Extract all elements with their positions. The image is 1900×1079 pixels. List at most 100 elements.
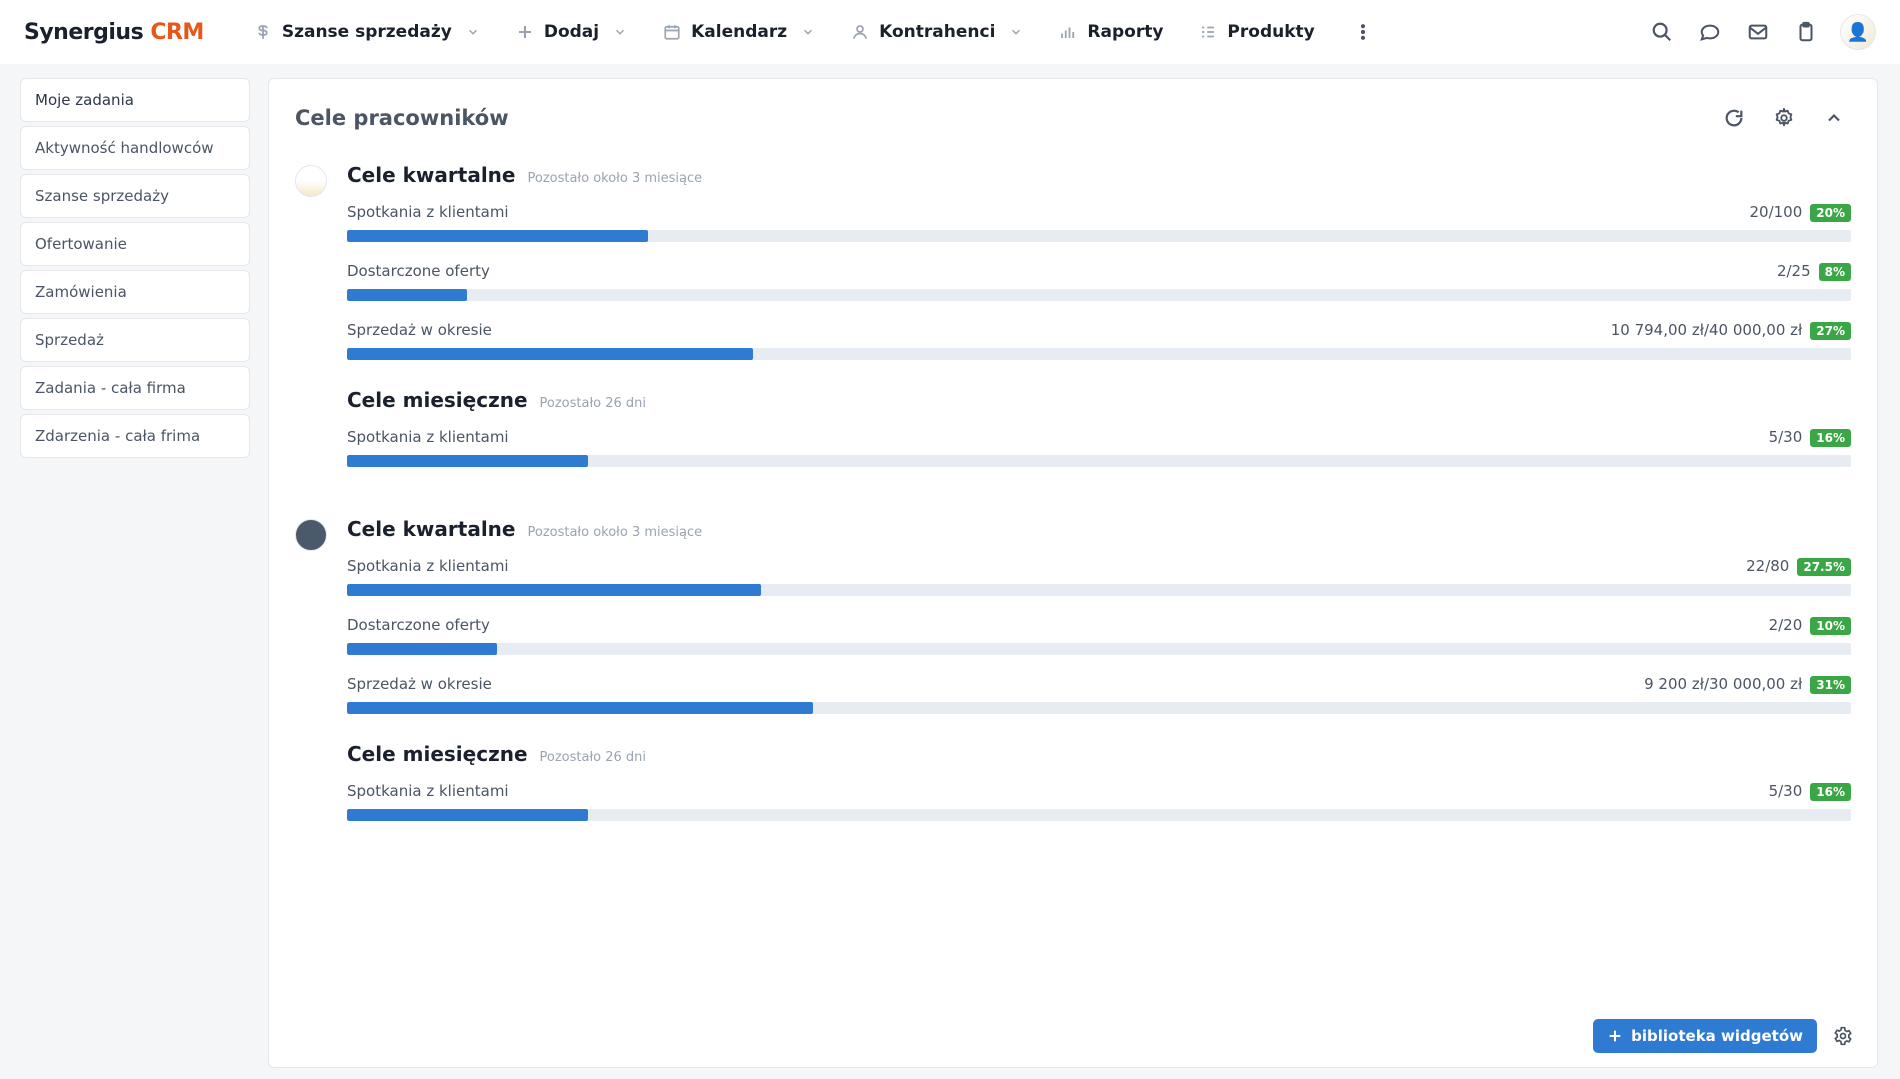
nav-products[interactable]: Produkty bbox=[1185, 14, 1328, 50]
clipboard-button[interactable] bbox=[1786, 12, 1826, 52]
metric-badge: 31% bbox=[1810, 676, 1851, 694]
progress-bar bbox=[347, 702, 1851, 714]
refresh-button[interactable] bbox=[1717, 101, 1751, 135]
brand-logo: Synergius CRM bbox=[24, 20, 204, 45]
dashboard-settings-button[interactable] bbox=[1827, 1020, 1859, 1052]
progress-bar bbox=[347, 455, 1851, 467]
main-panel: Cele pracowników Cele kwartalne Pozostał… bbox=[268, 78, 1878, 1068]
nav-add[interactable]: Dodaj bbox=[502, 14, 641, 50]
nav-calendar-label: Kalendarz bbox=[691, 22, 787, 42]
chat-button[interactable] bbox=[1690, 12, 1730, 52]
goal-metric: Spotkania z klientami 5/30 16% bbox=[347, 782, 1851, 821]
metric-badge: 27% bbox=[1810, 322, 1851, 340]
goal-metric: Sprzedaż w okresie9 200 zł/30 000,00 zł3… bbox=[347, 675, 1851, 714]
nav-calendar[interactable]: Kalendarz bbox=[649, 14, 829, 50]
employee-avatar bbox=[295, 165, 327, 197]
goal-header: Cele miesięczne Pozostało 26 dni bbox=[347, 742, 1851, 766]
nav-reports[interactable]: Raporty bbox=[1045, 14, 1177, 50]
person-icon bbox=[851, 23, 869, 41]
more-menu[interactable] bbox=[1343, 12, 1383, 52]
chevron-up-icon bbox=[1824, 108, 1844, 128]
metric-value: 2/25 bbox=[1777, 262, 1811, 280]
metric-badge: 8% bbox=[1819, 263, 1851, 281]
refresh-icon bbox=[1723, 107, 1745, 129]
progress-fill bbox=[347, 809, 588, 821]
goal-header: Cele kwartalne Pozostało około 3 miesiąc… bbox=[347, 517, 1851, 541]
metric-name: Spotkania z klientami bbox=[347, 203, 509, 221]
goal-title: Cele kwartalne bbox=[347, 517, 515, 541]
goal-remaining: Pozostało 26 dni bbox=[540, 750, 647, 765]
metric-value: 10 794,00 zł/40 000,00 zł bbox=[1611, 321, 1803, 339]
metric-name: Dostarczone oferty bbox=[347, 262, 490, 280]
plus-icon bbox=[516, 23, 534, 41]
sidebar-item[interactable]: Zadania - cała firma bbox=[20, 366, 250, 410]
mail-icon bbox=[1747, 21, 1769, 43]
progress-fill bbox=[347, 230, 648, 242]
metric-badge: 16% bbox=[1810, 783, 1851, 801]
search-icon bbox=[1651, 21, 1673, 43]
sidebar-item[interactable]: Zamówienia bbox=[20, 270, 250, 314]
nav-contractors-label: Kontrahenci bbox=[879, 22, 995, 42]
widget-library-label: biblioteka widgetów bbox=[1631, 1027, 1803, 1045]
goal-title: Cele miesięczne bbox=[347, 742, 528, 766]
grid-icon bbox=[1199, 23, 1217, 41]
progress-fill bbox=[347, 584, 761, 596]
metric-value: 5/30 bbox=[1769, 428, 1803, 446]
employee-body: Cele kwartalne Pozostało około 3 miesiąc… bbox=[347, 517, 1851, 841]
goal-title: Cele kwartalne bbox=[347, 163, 515, 187]
metric-name: Spotkania z klientami bbox=[347, 428, 509, 446]
progress-fill bbox=[347, 643, 497, 655]
goal-remaining: Pozostało około 3 miesiące bbox=[527, 525, 702, 540]
progress-bar bbox=[347, 348, 1851, 360]
goal-metric: Spotkania z klientami5/3016% bbox=[347, 428, 1851, 467]
sidebar-item[interactable]: Moje zadania bbox=[20, 78, 250, 122]
progress-fill bbox=[347, 455, 588, 467]
nav-sales[interactable]: Szanse sprzedaży bbox=[240, 14, 494, 50]
goal-header: Cele miesięczne Pozostało 26 dni bbox=[347, 388, 1851, 412]
chevron-down-icon bbox=[801, 25, 815, 39]
mail-button[interactable] bbox=[1738, 12, 1778, 52]
metric-name: Spotkania z klientami bbox=[347, 557, 509, 575]
sidebar-item[interactable]: Szanse sprzedaży bbox=[20, 174, 250, 218]
goal-metric: Dostarczone oferty 2/25 8% bbox=[347, 262, 1851, 301]
metric-badge: 27.5% bbox=[1797, 558, 1851, 576]
brand-text-a: Synergius bbox=[24, 20, 143, 45]
sidebar-item[interactable]: Aktywność handlowców bbox=[20, 126, 250, 170]
goal-remaining: Pozostało około 3 miesiące bbox=[527, 171, 702, 186]
search-button[interactable] bbox=[1642, 12, 1682, 52]
nav-add-label: Dodaj bbox=[544, 22, 599, 42]
sidebar-item[interactable]: Ofertowanie bbox=[20, 222, 250, 266]
user-avatar[interactable]: 👤 bbox=[1840, 14, 1876, 50]
gear-icon bbox=[1773, 107, 1795, 129]
metric-name: Sprzedaż w okresie bbox=[347, 321, 492, 339]
sidebar: Moje zadania Aktywność handlowców Szanse… bbox=[20, 78, 250, 1068]
goal-metric: Dostarczone oferty2/2010% bbox=[347, 616, 1851, 655]
metric-name: Dostarczone oferty bbox=[347, 616, 490, 634]
metric-name: Spotkania z klientami bbox=[347, 782, 509, 800]
settings-button[interactable] bbox=[1767, 101, 1801, 135]
metric-value: 5/30 bbox=[1769, 782, 1803, 800]
goal-metric: Sprzedaż w okresie 10 794,00 zł/40 000,00… bbox=[347, 321, 1851, 360]
plus-icon bbox=[1607, 1028, 1623, 1044]
progress-bar bbox=[347, 289, 1851, 301]
sidebar-item[interactable]: Sprzedaż bbox=[20, 318, 250, 362]
bars-icon bbox=[1059, 23, 1077, 41]
chevron-down-icon bbox=[613, 25, 627, 39]
collapse-button[interactable] bbox=[1817, 101, 1851, 135]
goal-title: Cele miesięczne bbox=[347, 388, 528, 412]
goal-metric: Spotkania z klientami20/10020% bbox=[347, 203, 1851, 242]
metric-name: Sprzedaż w okresie bbox=[347, 675, 492, 693]
goal-header: Cele kwartalne Pozostało około 3 miesiąc… bbox=[347, 163, 1851, 187]
employee-body: Cele kwartalne Pozostało około 3 miesiąc… bbox=[347, 163, 1851, 487]
nav-reports-label: Raporty bbox=[1087, 22, 1163, 42]
more-vert-icon bbox=[1353, 22, 1373, 42]
widget-library-button[interactable]: biblioteka widgetów bbox=[1593, 1019, 1817, 1053]
body-wrap: Moje zadania Aktywność handlowców Szanse… bbox=[0, 64, 1900, 1068]
progress-fill bbox=[347, 348, 753, 360]
goal-remaining: Pozostało 26 dni bbox=[540, 396, 647, 411]
panel-header: Cele pracowników bbox=[295, 101, 1851, 135]
metric-value: 22/80 bbox=[1746, 557, 1789, 575]
nav-contractors[interactable]: Kontrahenci bbox=[837, 14, 1037, 50]
sidebar-item[interactable]: Zdarzenia - cała frima bbox=[20, 414, 250, 458]
nav-sales-label: Szanse sprzedaży bbox=[282, 22, 452, 42]
